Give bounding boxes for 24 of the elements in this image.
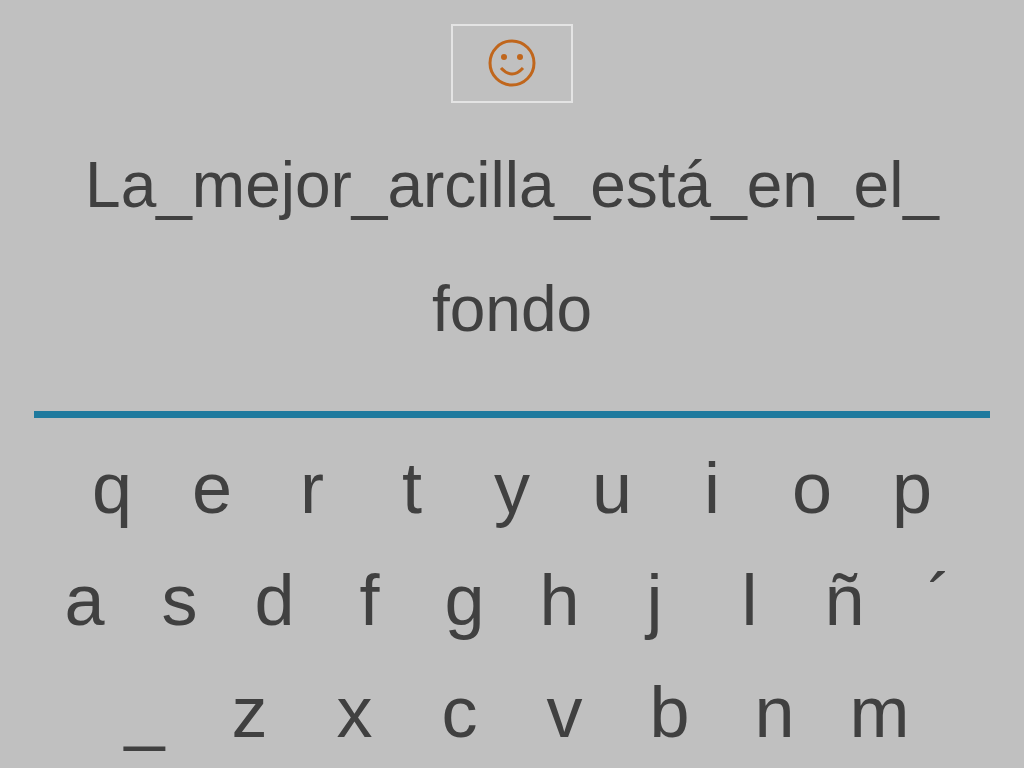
letter-key[interactable]: a bbox=[37, 564, 132, 636]
letter-key[interactable]: ´ bbox=[892, 564, 987, 636]
letter-key[interactable]: c bbox=[407, 676, 512, 748]
letter-key[interactable]: z bbox=[197, 676, 302, 748]
letter-key[interactable]: f bbox=[322, 564, 417, 636]
letter-key[interactable]: n bbox=[722, 676, 827, 748]
letter-key[interactable]: u bbox=[562, 452, 662, 524]
letter-key[interactable]: t bbox=[362, 452, 462, 524]
letter-key[interactable]: x bbox=[302, 676, 407, 748]
letter-key[interactable]: d bbox=[227, 564, 322, 636]
letter-key[interactable]: ñ bbox=[797, 564, 892, 636]
letter-key[interactable]: v bbox=[512, 676, 617, 748]
letter-key[interactable]: l bbox=[702, 564, 797, 636]
letter-key[interactable]: h bbox=[512, 564, 607, 636]
letter-key[interactable]: e bbox=[162, 452, 262, 524]
phrase-text: La_mejor_arcilla_está_en_el_ bbox=[85, 147, 939, 223]
letter-key[interactable]: b bbox=[617, 676, 722, 748]
letter-key[interactable]: r bbox=[262, 452, 362, 524]
phrase-text: fondo bbox=[430, 271, 594, 347]
letter-key[interactable]: i bbox=[662, 452, 762, 524]
letter-key[interactable]: s bbox=[132, 564, 227, 636]
smiley-icon bbox=[487, 38, 537, 89]
letter-key[interactable]: o bbox=[762, 452, 862, 524]
letter-key[interactable]: m bbox=[827, 676, 932, 748]
